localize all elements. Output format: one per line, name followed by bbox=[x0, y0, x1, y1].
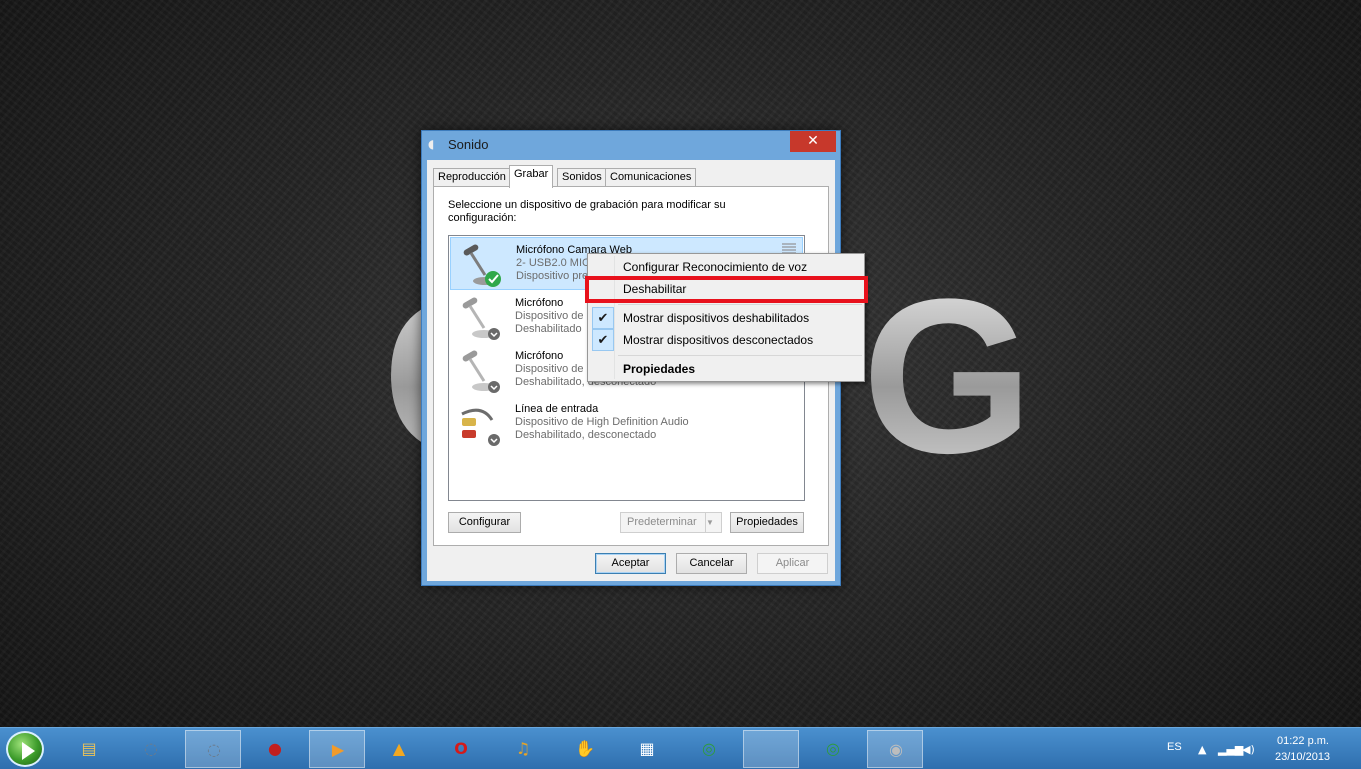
grid-app-icon: ▦ bbox=[639, 739, 655, 758]
taskbar-app-blank-window[interactable] bbox=[743, 730, 799, 768]
device-driver: Dispositivo de bbox=[515, 310, 584, 322]
device-text: Micrófono Dispositivo de Deshabilitado bbox=[515, 297, 583, 336]
device-status: Deshabilitado, desconectado bbox=[515, 429, 657, 441]
taskbar-app-chrome[interactable]: ◎ bbox=[681, 730, 737, 768]
menu-item-label: Configurar Reconocimiento de voz bbox=[623, 260, 808, 274]
aimp-icon: ▲ bbox=[392, 739, 406, 758]
menu-item-show-disabled[interactable]: ✔ Mostrar dispositivos deshabilitados bbox=[590, 307, 862, 329]
microphone-icon bbox=[463, 244, 501, 287]
volume-icon[interactable]: ◀) bbox=[1242, 743, 1255, 756]
taskbar-app-grid-app[interactable]: ▦ bbox=[619, 730, 675, 768]
microphone-disabled-icon bbox=[462, 297, 500, 340]
set-default-button[interactable]: Predeterminar ▼ bbox=[620, 512, 722, 533]
device-item-line-in[interactable]: Línea de entrada Dispositivo de High Def… bbox=[450, 397, 803, 450]
menu-item-properties[interactable]: Propiedades bbox=[590, 358, 862, 380]
annotation-highlight-box bbox=[585, 276, 868, 303]
menu-item-label: Mostrar dispositivos desconectados bbox=[623, 333, 814, 347]
tab-comunicaciones[interactable]: Comunicaciones bbox=[605, 168, 697, 187]
close-icon: ✕ bbox=[807, 133, 819, 149]
taskbar-app-opera[interactable]: O bbox=[433, 730, 489, 768]
microphone-disabled-icon bbox=[462, 350, 500, 393]
set-default-label: Predeterminar bbox=[627, 516, 697, 528]
device-text: Línea de entrada Dispositivo de High Def… bbox=[515, 403, 689, 442]
file-explorer-icon: ▤ bbox=[81, 739, 97, 758]
dialog-titlebar[interactable]: ◖ Sonido ✕ bbox=[422, 131, 840, 159]
taskbar-app-paint[interactable]: ● bbox=[247, 730, 303, 768]
start-button[interactable] bbox=[6, 731, 44, 767]
line-in-cable-icon bbox=[461, 408, 500, 446]
taskbar-app-app-ring[interactable]: ◌ bbox=[123, 730, 179, 768]
ok-button[interactable]: Aceptar bbox=[595, 553, 666, 574]
device-status: Deshabilitado bbox=[515, 323, 582, 335]
close-button[interactable]: ✕ bbox=[790, 131, 836, 152]
default-check-icon bbox=[485, 271, 501, 287]
show-hidden-icons-icon[interactable]: ▲ bbox=[1198, 743, 1206, 756]
speaker-icon: ◉ bbox=[889, 740, 903, 759]
instructions-text: Seleccione un dispositivo de grabación p… bbox=[448, 199, 726, 224]
paint-icon: ● bbox=[268, 739, 282, 758]
taskbar-app-media-player[interactable]: ▶ bbox=[309, 730, 365, 768]
tab-sonidos[interactable]: Sonidos bbox=[557, 168, 607, 187]
clock-time[interactable]: 01:22 p.m. bbox=[1277, 735, 1329, 747]
start-icon bbox=[22, 742, 35, 760]
taskbar-app-app-ring[interactable]: ◌ bbox=[185, 730, 241, 768]
menu-item-label: Mostrar dispositivos deshabilitados bbox=[623, 311, 810, 325]
language-indicator[interactable]: ES bbox=[1167, 741, 1182, 753]
taskbar: ▤ ◌ ◌ ● ▶ ▲ O ♫ ✋ ▦ ◎ ◎ ◉ ES ▲ ▂▄▆ ◀) 01:22 p.m. 23/… bbox=[0, 727, 1361, 769]
checkmark-icon: ✔ bbox=[592, 307, 614, 329]
taskbar-app-speaker[interactable]: ◉ bbox=[867, 730, 923, 768]
menu-item-show-disconnected[interactable]: ✔ Mostrar dispositivos desconectados bbox=[590, 329, 862, 351]
app-ring-icon: ◌ bbox=[144, 739, 158, 758]
menu-item-configure-speech[interactable]: Configurar Reconocimiento de voz bbox=[590, 256, 862, 278]
properties-button[interactable]: Propiedades bbox=[730, 512, 804, 533]
music-icon: ♫ bbox=[515, 739, 531, 758]
blank-window-icon bbox=[758, 736, 786, 764]
wallpaper-logo-right: G bbox=[862, 253, 1034, 499]
taskbar-app-glove[interactable]: ✋ bbox=[557, 730, 613, 768]
device-driver: Dispositivo de High Definition Audio bbox=[515, 416, 689, 428]
opera-icon: O bbox=[454, 739, 468, 758]
menu-separator bbox=[618, 304, 862, 305]
cancel-button[interactable]: Cancelar bbox=[676, 553, 747, 574]
tab-grabar[interactable]: Grabar bbox=[509, 165, 554, 188]
taskbar-app-chrome[interactable]: ◎ bbox=[805, 730, 861, 768]
network-signal-icon[interactable]: ▂▄▆ bbox=[1218, 743, 1243, 756]
app-ring-icon-active: ◌ bbox=[207, 740, 221, 759]
speaker-icon: ◖ bbox=[428, 137, 435, 151]
device-name: Línea de entrada bbox=[515, 403, 599, 415]
tab-reproduccion[interactable]: Reproducción bbox=[433, 168, 511, 187]
configure-button[interactable]: Configurar bbox=[448, 512, 521, 533]
media-player-icon: ▶ bbox=[331, 740, 345, 759]
glove-icon: ✋ bbox=[575, 739, 595, 758]
apply-button[interactable]: Aplicar bbox=[757, 553, 828, 574]
menu-separator bbox=[618, 355, 862, 356]
taskbar-app-file-explorer[interactable]: ▤ bbox=[61, 730, 117, 768]
dialog-title: Sonido bbox=[448, 137, 489, 152]
taskbar-app-aimp[interactable]: ▲ bbox=[371, 730, 427, 768]
chevron-down-icon[interactable]: ▼ bbox=[705, 513, 721, 532]
chrome-icon: ◎ bbox=[702, 739, 716, 758]
taskbar-app-music[interactable]: ♫ bbox=[495, 730, 551, 768]
context-menu: Configurar Reconocimiento de voz Deshabi… bbox=[587, 253, 865, 382]
device-name: Micrófono bbox=[515, 297, 564, 309]
chrome-icon-2: ◎ bbox=[826, 739, 840, 758]
checkmark-icon: ✔ bbox=[592, 329, 614, 351]
clock-date[interactable]: 23/10/2013 bbox=[1275, 751, 1330, 763]
menu-item-label: Propiedades bbox=[623, 362, 696, 376]
